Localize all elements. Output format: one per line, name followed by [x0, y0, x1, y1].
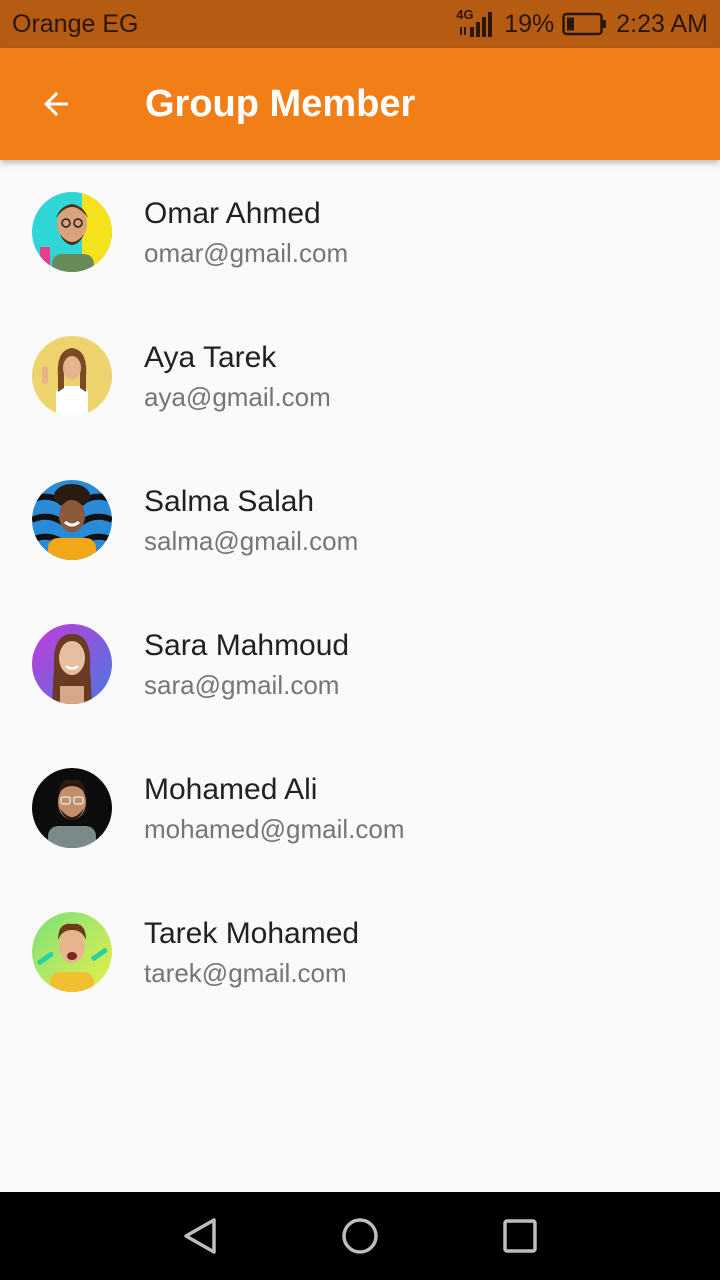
app-bar: Group Member [0, 48, 720, 160]
carrier-name: Orange EG [12, 9, 139, 38]
avatar [32, 336, 112, 416]
member-name: Mohamed Ali [144, 773, 318, 806]
member-email: tarek@gmail.com [144, 958, 347, 988]
list-item[interactable]: Salma Salah salma@gmail.com [0, 448, 720, 592]
member-email: omar@gmail.com [144, 238, 349, 268]
clock: 2:23 AM [616, 9, 708, 38]
status-indicators: 4G 19% 2:23 AM [456, 7, 708, 39]
member-name: Salma Salah [144, 485, 315, 518]
member-email: aya@gmail.com [144, 382, 331, 412]
list-item[interactable]: Mohamed Ali mohamed@gmail.com [0, 736, 720, 880]
battery-percent: 19% [504, 9, 555, 38]
avatar [32, 624, 112, 704]
member-email: salma@gmail.com [144, 526, 359, 556]
avatar [32, 192, 112, 272]
avatar [32, 768, 112, 848]
page-title: Group Member [145, 82, 416, 125]
signal-icon: 4G [456, 7, 496, 39]
recents-square-icon [503, 1219, 537, 1253]
nav-recents-button[interactable] [470, 1192, 570, 1280]
member-name: Sara Mahmoud [144, 629, 350, 662]
back-triangle-icon [184, 1218, 216, 1254]
list-item[interactable]: Omar Ahmed omar@gmail.com [0, 160, 720, 304]
avatar [32, 912, 112, 992]
network-type: 4G [456, 7, 474, 22]
battery-icon [562, 12, 608, 36]
member-name: Tarek Mohamed [144, 917, 360, 950]
member-text: Tarek Mohamed tarek@gmail.com [144, 914, 359, 990]
member-list: Omar Ahmed omar@gmail.com Aya Tarek aya@… [0, 160, 720, 1024]
home-circle-icon [342, 1218, 378, 1254]
member-name: Omar Ahmed [144, 197, 321, 230]
member-text: Salma Salah salma@gmail.com [144, 482, 358, 558]
system-nav-bar [0, 1192, 720, 1280]
member-text: Aya Tarek aya@gmail.com [144, 338, 331, 414]
arrow-back-icon [44, 92, 68, 116]
member-text: Omar Ahmed omar@gmail.com [144, 194, 348, 270]
list-item[interactable]: Tarek Mohamed tarek@gmail.com [0, 880, 720, 1024]
list-item[interactable]: Aya Tarek aya@gmail.com [0, 304, 720, 448]
nav-back-button[interactable] [150, 1192, 250, 1280]
member-text: Mohamed Ali mohamed@gmail.com [144, 770, 404, 846]
member-email: sara@gmail.com [144, 670, 340, 700]
back-button[interactable] [0, 48, 112, 160]
status-bar: Orange EG 4G 19% 2:23 AM [0, 0, 720, 48]
member-email: mohamed@gmail.com [144, 814, 405, 844]
member-text: Sara Mahmoud sara@gmail.com [144, 626, 349, 702]
nav-home-button[interactable] [310, 1192, 410, 1280]
avatar [32, 480, 112, 560]
member-name: Aya Tarek [144, 341, 277, 374]
list-item[interactable]: Sara Mahmoud sara@gmail.com [0, 592, 720, 736]
